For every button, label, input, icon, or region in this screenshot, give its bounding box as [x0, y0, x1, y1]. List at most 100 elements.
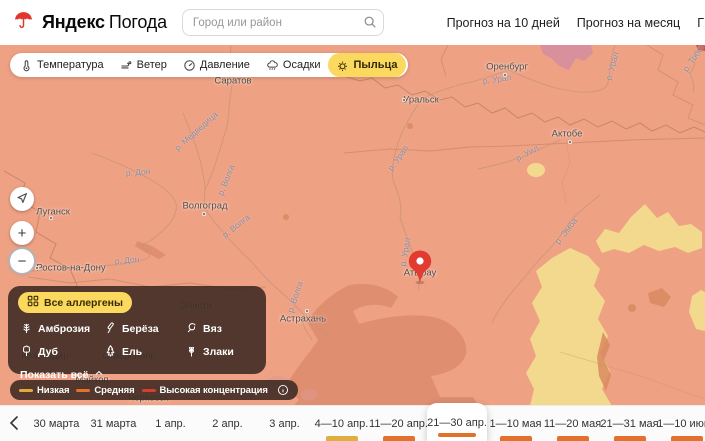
timeline-date[interactable]: 1—10 июня [658, 406, 705, 441]
allergen-item-birch[interactable]: Берёза [104, 321, 185, 337]
product-name: Погода [109, 12, 167, 32]
legend-item: Высокая концентрация [142, 385, 268, 396]
timeline-date[interactable]: 1—10 мая [487, 406, 544, 441]
spruce-icon [104, 344, 117, 360]
city-dot [35, 266, 39, 270]
all-allergens-button[interactable]: Все аллергены [18, 292, 132, 313]
pollen-intensity-bar [614, 436, 646, 441]
nav-link[interactable]: Г [697, 16, 704, 30]
allergen-grid: Амброзия Берёза Вяз Дуб Ель Злаки [20, 321, 256, 360]
allergen-item-ragweed[interactable]: Амброзия [20, 321, 104, 337]
pollen-icon [336, 59, 349, 72]
nav-link[interactable]: Прогноз на 10 дней [447, 16, 560, 30]
pollen-intensity-bar [500, 436, 532, 441]
yandex-weather-pollen-map-page: СаратовОренбургУральскАктобеЛуганскВолго… [0, 0, 705, 441]
layer-tab-label: Давление [200, 59, 250, 71]
show-all-label: Показать всё [20, 369, 89, 381]
locate-me-button[interactable] [10, 187, 34, 211]
pollen-intensity-bar [671, 436, 703, 441]
city-label: Оренбург [486, 62, 528, 73]
grains-icon [185, 344, 198, 360]
layer-tab-precipitation[interactable]: Осадки [258, 53, 329, 77]
pollen-intensity-bar [557, 436, 589, 441]
legend-dash [19, 389, 33, 392]
header-nav: Прогноз на 10 дней Прогноз на месяц Г [447, 16, 705, 30]
timeline-date[interactable]: 3 апр. [256, 406, 313, 441]
city-label: Волгоград [182, 201, 227, 212]
timeline-date-label: 4—10 апр. [315, 418, 369, 430]
wind-icon [120, 59, 133, 72]
timeline-date-label: 21—30 апр. [427, 417, 487, 429]
legend-item: Средняя [76, 385, 134, 396]
allergen-label: Ель [122, 346, 142, 358]
city-label: Уральск [403, 95, 439, 106]
layer-tab-thermometer[interactable]: Температура [12, 53, 112, 77]
brand-name: Яндекс [42, 12, 105, 32]
layer-tab-pollen[interactable]: Пыльца [328, 53, 405, 77]
timeline-date-label: 11—20 мая [544, 418, 601, 430]
timeline-date-label: 1 апр. [155, 418, 185, 430]
timeline-date-label: 31 марта [91, 418, 137, 430]
city-dot [568, 140, 572, 144]
plus-icon: + [18, 226, 27, 241]
zoom-out-button[interactable]: − [10, 249, 34, 273]
pollen-intensity-bar [383, 436, 415, 441]
allergen-item-oak[interactable]: Дуб [20, 344, 104, 360]
yandex-weather-logo[interactable]: ЯндексПогода [12, 9, 167, 37]
search-input[interactable] [182, 9, 384, 36]
city-label: Саратов [214, 76, 251, 87]
map-canvas[interactable]: СаратовОренбургУральскАктобеЛуганскВолго… [0, 45, 705, 441]
timeline-date[interactable]: 4—10 апр. [313, 406, 370, 441]
legend-label: Средняя [94, 385, 134, 396]
layer-tab-label: Пыльца [353, 59, 397, 71]
locate-arrow-icon [15, 191, 29, 208]
date-timeline: 30 марта 31 марта 1 апр. 2 апр.3 апр.4—10 а… [0, 405, 705, 441]
pollen-intensity-bar [326, 436, 358, 441]
legend-dash [76, 389, 90, 392]
city-dot [49, 216, 53, 220]
timeline-date-label: 30 марта [34, 418, 80, 430]
city-label: Актобе [552, 129, 583, 140]
timeline-date-label: 21—31 мая [600, 418, 658, 430]
zoom-in-button[interactable]: + [10, 221, 34, 245]
layer-tab-wind[interactable]: Ветер [112, 53, 175, 77]
app-header: ЯндексПогода Прогноз на 10 днейПрогноз н… [0, 0, 705, 45]
legend-label: Высокая концентрация [160, 385, 268, 396]
location-marker-pin[interactable] [407, 249, 433, 290]
timeline-date[interactable]: 21—31 мая [601, 406, 658, 441]
timeline-date-label: 1—10 июня [657, 418, 705, 430]
timeline-date[interactable]: 1 апр. [142, 406, 199, 441]
city-dot [503, 73, 507, 77]
elm-icon [185, 321, 198, 337]
timeline-date[interactable]: 11—20 апр. [370, 406, 427, 441]
timeline-date-selected[interactable]: 21—30 апр. [427, 403, 487, 441]
allergen-label: Амброзия [38, 323, 90, 335]
search-box [182, 9, 384, 36]
timeline-date[interactable]: 30 марта [28, 406, 85, 441]
pollen-intensity-bar [438, 433, 476, 437]
timeline-date-label: 11—20 апр. [369, 418, 428, 430]
nav-link[interactable]: Прогноз на месяц [577, 16, 680, 30]
allergen-filter-panel: Все аллергены Амброзия Берёза Вяз Дуб Ель Зла… [8, 286, 266, 374]
timeline-date[interactable]: 31 марта [85, 406, 142, 441]
allergen-item-spruce[interactable]: Ель [104, 344, 185, 360]
allergen-label: Вяз [203, 323, 222, 335]
layer-tab-pressure[interactable]: Давление [175, 53, 258, 77]
legend-label: Низкая [37, 385, 69, 396]
thermometer-icon [20, 59, 33, 72]
city-dot [202, 212, 206, 216]
timeline-date-label: 1—10 мая [489, 418, 541, 430]
river-label: р. Дон [114, 254, 140, 266]
layer-tab-label: Ветер [137, 59, 167, 71]
concentration-legend: Низкая Средняя Высокая концентрация [10, 380, 298, 400]
allergen-item-elm[interactable]: Вяз [185, 321, 256, 337]
info-icon[interactable] [277, 384, 289, 396]
umbrella-icon [12, 9, 35, 37]
oak-icon [20, 344, 33, 360]
allergen-item-grains[interactable]: Злаки [185, 344, 256, 360]
timeline-date[interactable]: 11—20 мая [544, 406, 601, 441]
all-allergens-label: Все аллергены [44, 297, 123, 309]
timeline-prev-button[interactable] [0, 406, 28, 441]
timeline-date[interactable]: 2 апр. [199, 406, 256, 441]
city-dot [402, 98, 406, 102]
